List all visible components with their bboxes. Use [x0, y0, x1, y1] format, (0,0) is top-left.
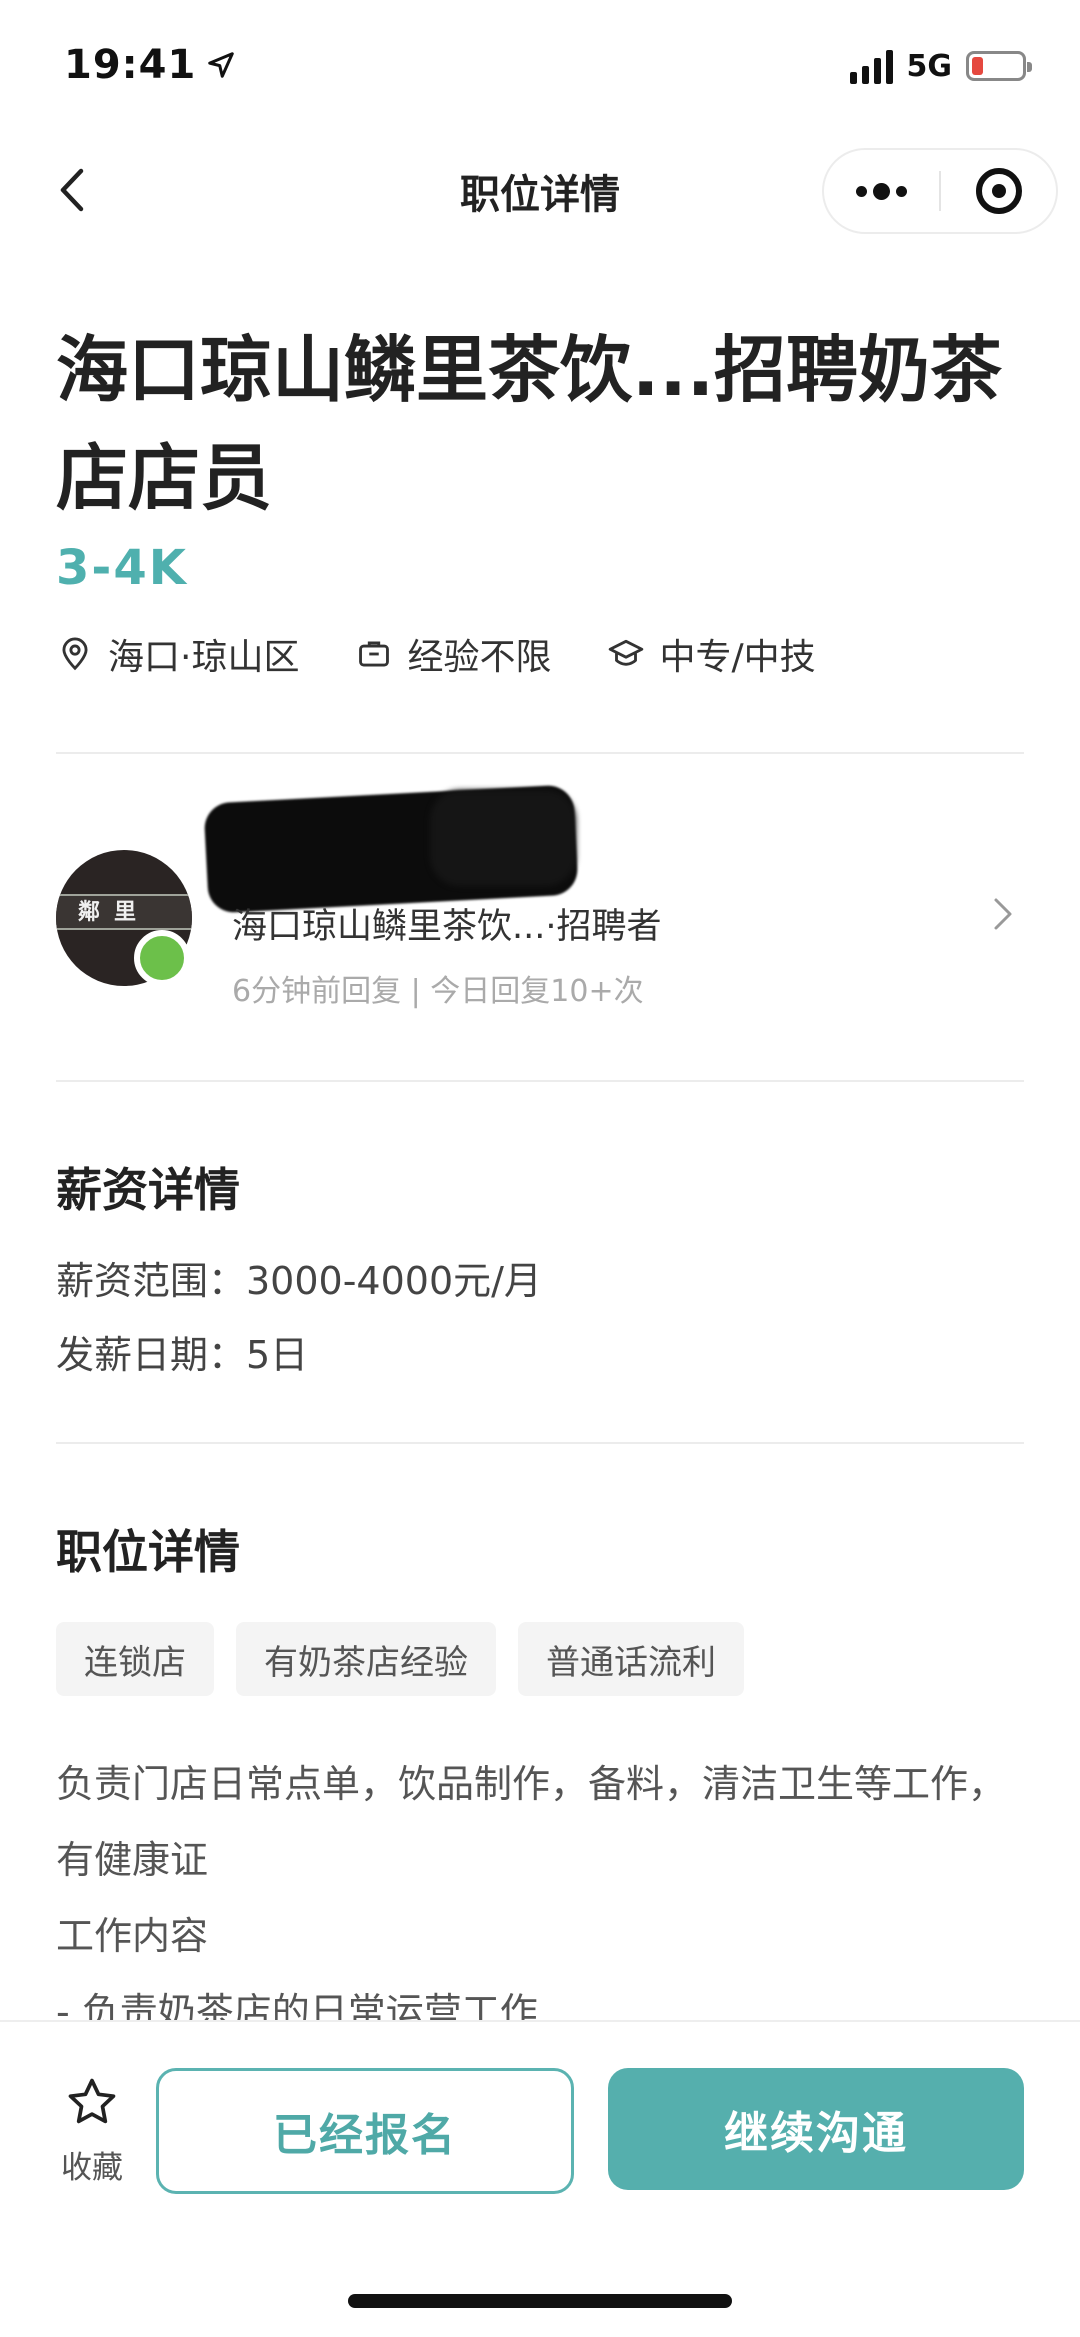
location-pin-icon: [62, 637, 88, 671]
status-bar: 19:41 5G: [0, 0, 1080, 130]
job-tags: 连锁店 有奶茶店经验 普通话流利: [56, 1622, 744, 1696]
network-label: 5G: [906, 48, 953, 84]
job-education: 中专/中技: [607, 628, 816, 680]
divider: [56, 1442, 1024, 1444]
recruiter-card[interactable]: 鄰里 海口琼山鳞里茶饮...·招聘者 6分钟前回复 | 今日回复10+次: [0, 784, 1080, 1070]
job-education-text: 中专/中技: [659, 637, 816, 678]
position-section-title: 职位详情: [56, 1525, 240, 1579]
job-description: 负责门店日常点单，饮品制作，备料，清洁卫生等工作，有健康证 工作内容 - 负责奶…: [56, 1746, 1026, 2032]
location-arrow-icon: [208, 52, 235, 78]
signal-icon: [849, 48, 893, 84]
favorite-button[interactable]: 收藏: [52, 2074, 132, 2187]
chevron-left-icon: [60, 168, 84, 212]
recruiter-reply-info: 6分钟前回复 | 今日回复10+次: [232, 974, 644, 1009]
applied-button[interactable]: 已经报名: [156, 2068, 574, 2194]
close-mini-program-button[interactable]: [941, 150, 1056, 232]
salary-range: 薪资范围：3000-4000元/月: [56, 1259, 542, 1303]
job-title: 海口琼山鳞里茶饮...招聘奶茶店店员: [56, 328, 1003, 520]
mini-program-capsule: [822, 148, 1058, 234]
back-button[interactable]: [42, 160, 102, 220]
job-meta: 海口·琼山区 经验不限 中专/中技: [56, 628, 872, 680]
job-experience: 经验不限: [355, 628, 551, 680]
description-line: 工作内容: [56, 1914, 209, 1958]
recruiter-company: 海口琼山鳞里茶饮...·招聘者: [232, 907, 662, 947]
chevron-right-icon: [994, 898, 1012, 930]
avatar-logo-text: 鄰里: [78, 899, 151, 925]
pay-day: 发薪日期：5日: [56, 1333, 309, 1377]
job-experience-text: 经验不限: [407, 637, 552, 678]
status-indicators: 5G: [849, 48, 1032, 84]
nav-bar: 职位详情: [0, 130, 1080, 250]
job-location: 海口·琼山区: [56, 628, 299, 680]
description-line: 负责门店日常点单，饮品制作，备料，清洁卫生等工作，有健康证: [56, 1762, 1007, 1882]
home-indicator: [348, 2294, 732, 2308]
job-location-text: 海口·琼山区: [108, 637, 300, 678]
job-tag: 有奶茶店经验: [236, 1622, 496, 1696]
job-tag: 连锁店: [56, 1622, 214, 1696]
divider: [56, 1080, 1024, 1082]
online-status-dot: [134, 930, 190, 986]
more-button[interactable]: [824, 150, 939, 232]
more-dots-icon: [856, 182, 907, 200]
status-time-group: 19:41: [64, 42, 236, 88]
redacted-name-overflow: [430, 790, 576, 886]
graduation-cap-icon: [609, 639, 644, 666]
bottom-action-bar: 收藏 已经报名 继续沟通: [0, 2020, 1080, 2337]
battery-icon: [966, 51, 1032, 81]
favorite-label: 收藏: [61, 2150, 123, 2186]
salary-section-title: 薪资详情: [56, 1163, 240, 1217]
target-icon: [975, 168, 1022, 214]
job-salary: 3-4K: [56, 540, 188, 596]
battery-level: [972, 57, 983, 75]
job-tag: 普通话流利: [518, 1622, 744, 1696]
briefcase-icon: [359, 641, 390, 667]
continue-chat-button[interactable]: 继续沟通: [608, 2068, 1024, 2190]
star-icon: [68, 2078, 116, 2124]
status-time: 19:41: [64, 42, 197, 88]
divider: [56, 752, 1024, 754]
